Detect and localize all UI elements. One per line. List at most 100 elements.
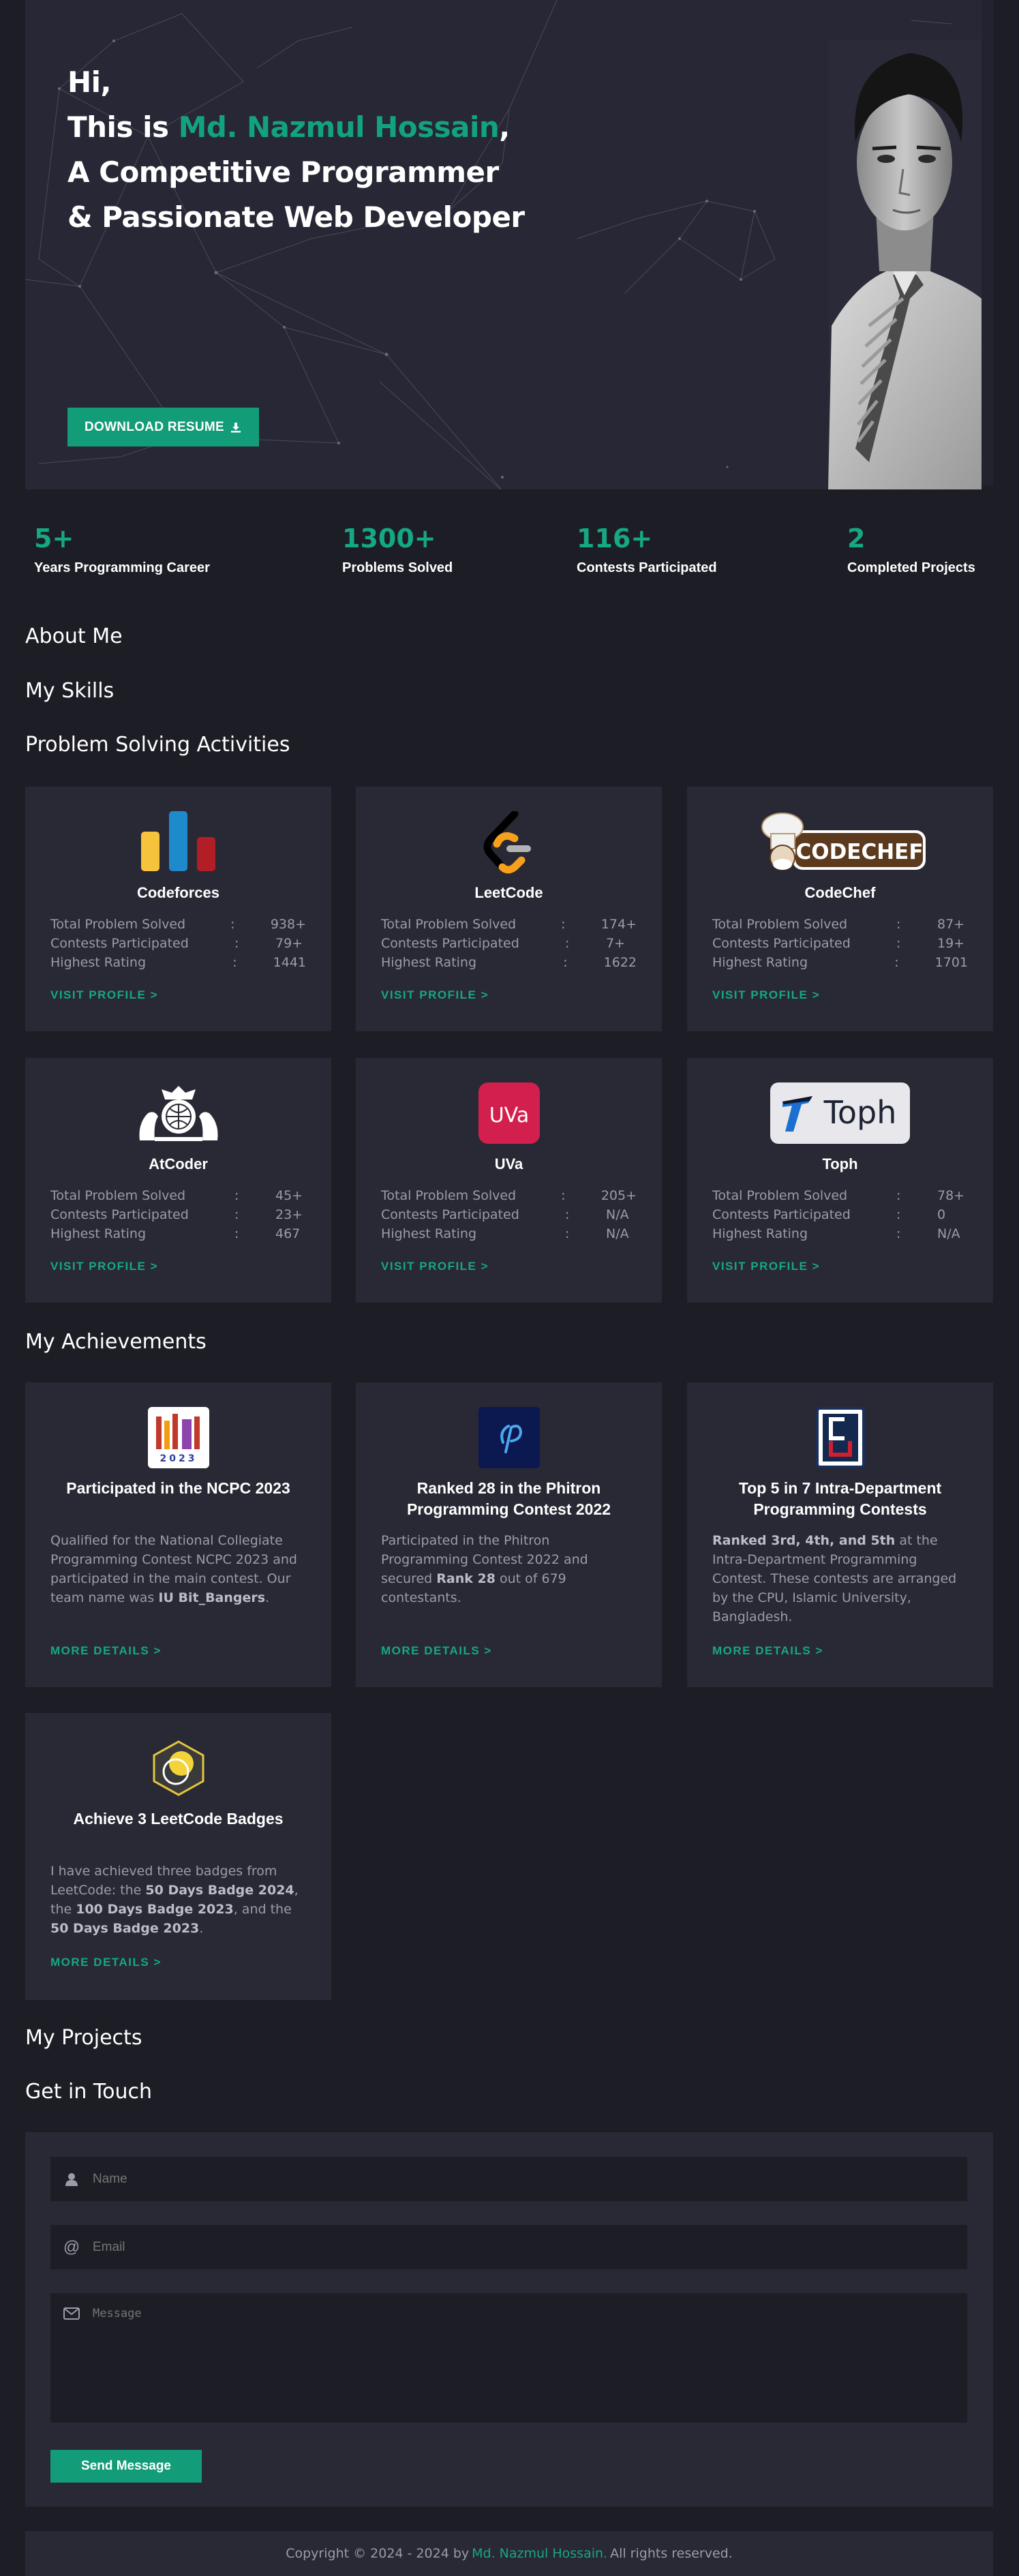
desc-text: .: [199, 1921, 204, 1936]
stat-sep: :: [894, 955, 899, 970]
stat-sep: :: [896, 936, 901, 951]
desc-text: .: [265, 1590, 270, 1605]
toph-logo-text: Toph: [823, 1094, 897, 1131]
ncpc-logo: 2023: [25, 1407, 331, 1468]
stat-contests-number: 116+: [577, 524, 653, 554]
stat-sep: :: [896, 1188, 901, 1203]
stat-label-solved: Total Problem Solved: [712, 1188, 848, 1203]
footer-rights: All rights reserved.: [610, 2546, 733, 2561]
name-field[interactable]: [50, 2157, 967, 2201]
stat-label-contests: Contests Participated: [712, 936, 851, 951]
stat-label-rating: Highest Rating: [381, 1226, 477, 1241]
stat-label-rating: Highest Rating: [712, 1226, 808, 1241]
ncpc-logo-text: 2023: [159, 1453, 197, 1464]
stat-sep: :: [563, 955, 568, 970]
email-field[interactable]: @: [50, 2225, 967, 2269]
hero-banner: Hi, This is Md. Nazmul Hossain, A Compet…: [25, 0, 982, 489]
send-message-button[interactable]: Send Message: [50, 2450, 202, 2483]
stat-sep: :: [565, 1226, 570, 1241]
contact-form: @ Send Message: [25, 2132, 993, 2506]
achievement-card-ncpc: 2023 Participated in the NCPC 2023 Quali…: [25, 1382, 331, 1687]
email-input[interactable]: [93, 2225, 967, 2269]
more-details-link[interactable]: MORE DETAILS >: [50, 1956, 162, 1969]
section-projects-title: My Projects: [25, 2026, 142, 2050]
platform-stats: Total Problem Solved: 205+ Contests Parti…: [381, 1186, 637, 1243]
stat-sep: :: [234, 1226, 239, 1241]
visit-profile-link[interactable]: VISIT PROFILE >: [381, 1260, 489, 1273]
message-field[interactable]: [50, 2293, 967, 2423]
stat-years-label: Years Programming Career: [34, 560, 210, 575]
stat-contests-label: Contests Participated: [577, 560, 717, 575]
stat-value-solved: 174+: [600, 917, 637, 932]
achievement-title: Ranked 28 in the Phitron Programming Con…: [406, 1479, 611, 1518]
visit-profile-link[interactable]: VISIT PROFILE >: [50, 988, 158, 1002]
platform-name: Toph: [822, 1155, 858, 1172]
visit-profile-link[interactable]: VISIT PROFILE >: [712, 988, 820, 1002]
stat-label-rating: Highest Rating: [50, 955, 147, 970]
stat-value-contests: 19+: [937, 936, 965, 951]
section-about-title: About Me: [25, 624, 123, 648]
achievement-title: Top 5 in 7 Intra-Department Programming …: [738, 1479, 942, 1518]
more-details-link[interactable]: MORE DETAILS >: [712, 1644, 823, 1658]
footer-copyright: Copyright © 2024 - 2024 by: [286, 2546, 470, 2561]
stat-label-rating: Highest Rating: [381, 955, 477, 970]
stat-projects: 2 Completed Projects: [847, 524, 975, 576]
stat-value-solved: 45+: [275, 1188, 303, 1203]
stat-sep: :: [561, 917, 566, 932]
achievement-description: Participated in the Phitron Programming …: [381, 1531, 637, 1607]
greeting-line-2: This is Md. Nazmul Hossain,: [67, 105, 525, 150]
visit-profile-link[interactable]: VISIT PROFILE >: [712, 1260, 820, 1273]
platform-name: Codeforces: [136, 884, 220, 901]
name-input[interactable]: [93, 2157, 967, 2201]
stat-value-contests: 23+: [275, 1207, 303, 1222]
stat-value-solved: 78+: [937, 1188, 965, 1203]
owner-name: Md. Nazmul Hossain: [178, 110, 500, 144]
greeting-suffix: ,: [499, 110, 510, 144]
achievement-title: Achieve 3 LeetCode Badges: [73, 1810, 284, 1828]
download-resume-label: DOWNLOAD RESUME: [84, 419, 225, 434]
stat-contests: 116+ Contests Participated: [577, 524, 717, 576]
download-icon: [231, 422, 241, 432]
visit-profile-link[interactable]: VISIT PROFILE >: [50, 1260, 158, 1273]
footer: Copyright © 2024 - 2024 by Md. Nazmul Ho…: [25, 2531, 993, 2576]
greeting-line-3: A Competitive Programmer: [67, 155, 499, 189]
section-achievements-title: My Achievements: [25, 1330, 207, 1354]
stat-years-number: 5+: [34, 524, 74, 554]
visit-profile-link[interactable]: VISIT PROFILE >: [381, 988, 489, 1002]
stat-value-contests: 7+: [606, 936, 626, 951]
stat-label-solved: Total Problem Solved: [381, 1188, 517, 1203]
stat-label-contests: Contests Participated: [381, 1207, 519, 1222]
codechef-logo-text: CODECHEF: [795, 840, 923, 864]
more-details-link[interactable]: MORE DETAILS >: [381, 1644, 492, 1658]
footer-owner-link[interactable]: Md. Nazmul Hossain.: [472, 2546, 607, 2561]
stat-label-contests: Contests Participated: [50, 1207, 189, 1222]
stat-sep: :: [234, 936, 239, 951]
stat-sep: :: [561, 1188, 566, 1203]
platform-card-leetcode: LeetCode Total Problem Solved: 174+ Conte…: [356, 787, 662, 1031]
stat-value-rating: 467: [275, 1226, 301, 1241]
stat-sep: :: [896, 917, 901, 932]
more-details-link[interactable]: MORE DETAILS >: [50, 1644, 162, 1658]
stat-sep: :: [565, 1207, 570, 1222]
stat-sep: :: [234, 1207, 239, 1222]
desc-bold: Ranked 3rd, 4th, and 5th: [712, 1533, 896, 1548]
message-input[interactable]: [93, 2293, 967, 2421]
desc-bold: Rank 28: [436, 1571, 496, 1586]
stat-label-rating: Highest Rating: [50, 1226, 147, 1241]
cpu-logo: [687, 1407, 993, 1468]
stat-value-rating: 1701: [934, 955, 968, 970]
profile-photo: [828, 40, 982, 489]
desc-bold: 50 Days Badge 2024: [145, 1883, 294, 1898]
platform-stats: Total Problem Solved: 174+ Contests Parti…: [381, 915, 637, 972]
stat-problems-number: 1300+: [342, 524, 436, 554]
stat-value-rating: 1441: [273, 955, 306, 970]
section-problem-solving-title: Problem Solving Activities: [25, 733, 290, 757]
download-resume-button[interactable]: DOWNLOAD RESUME: [67, 408, 259, 446]
stat-sep: :: [232, 955, 237, 970]
stat-value-solved: 938+: [270, 917, 306, 932]
platform-name: LeetCode: [474, 884, 543, 901]
desc-bold: 100 Days Badge 2023: [76, 1902, 234, 1917]
achievement-description: I have achieved three badges from LeetCo…: [50, 1862, 306, 1938]
toph-logo: Toph: [687, 1082, 993, 1144]
section-contact-title: Get in Touch: [25, 2080, 152, 2104]
